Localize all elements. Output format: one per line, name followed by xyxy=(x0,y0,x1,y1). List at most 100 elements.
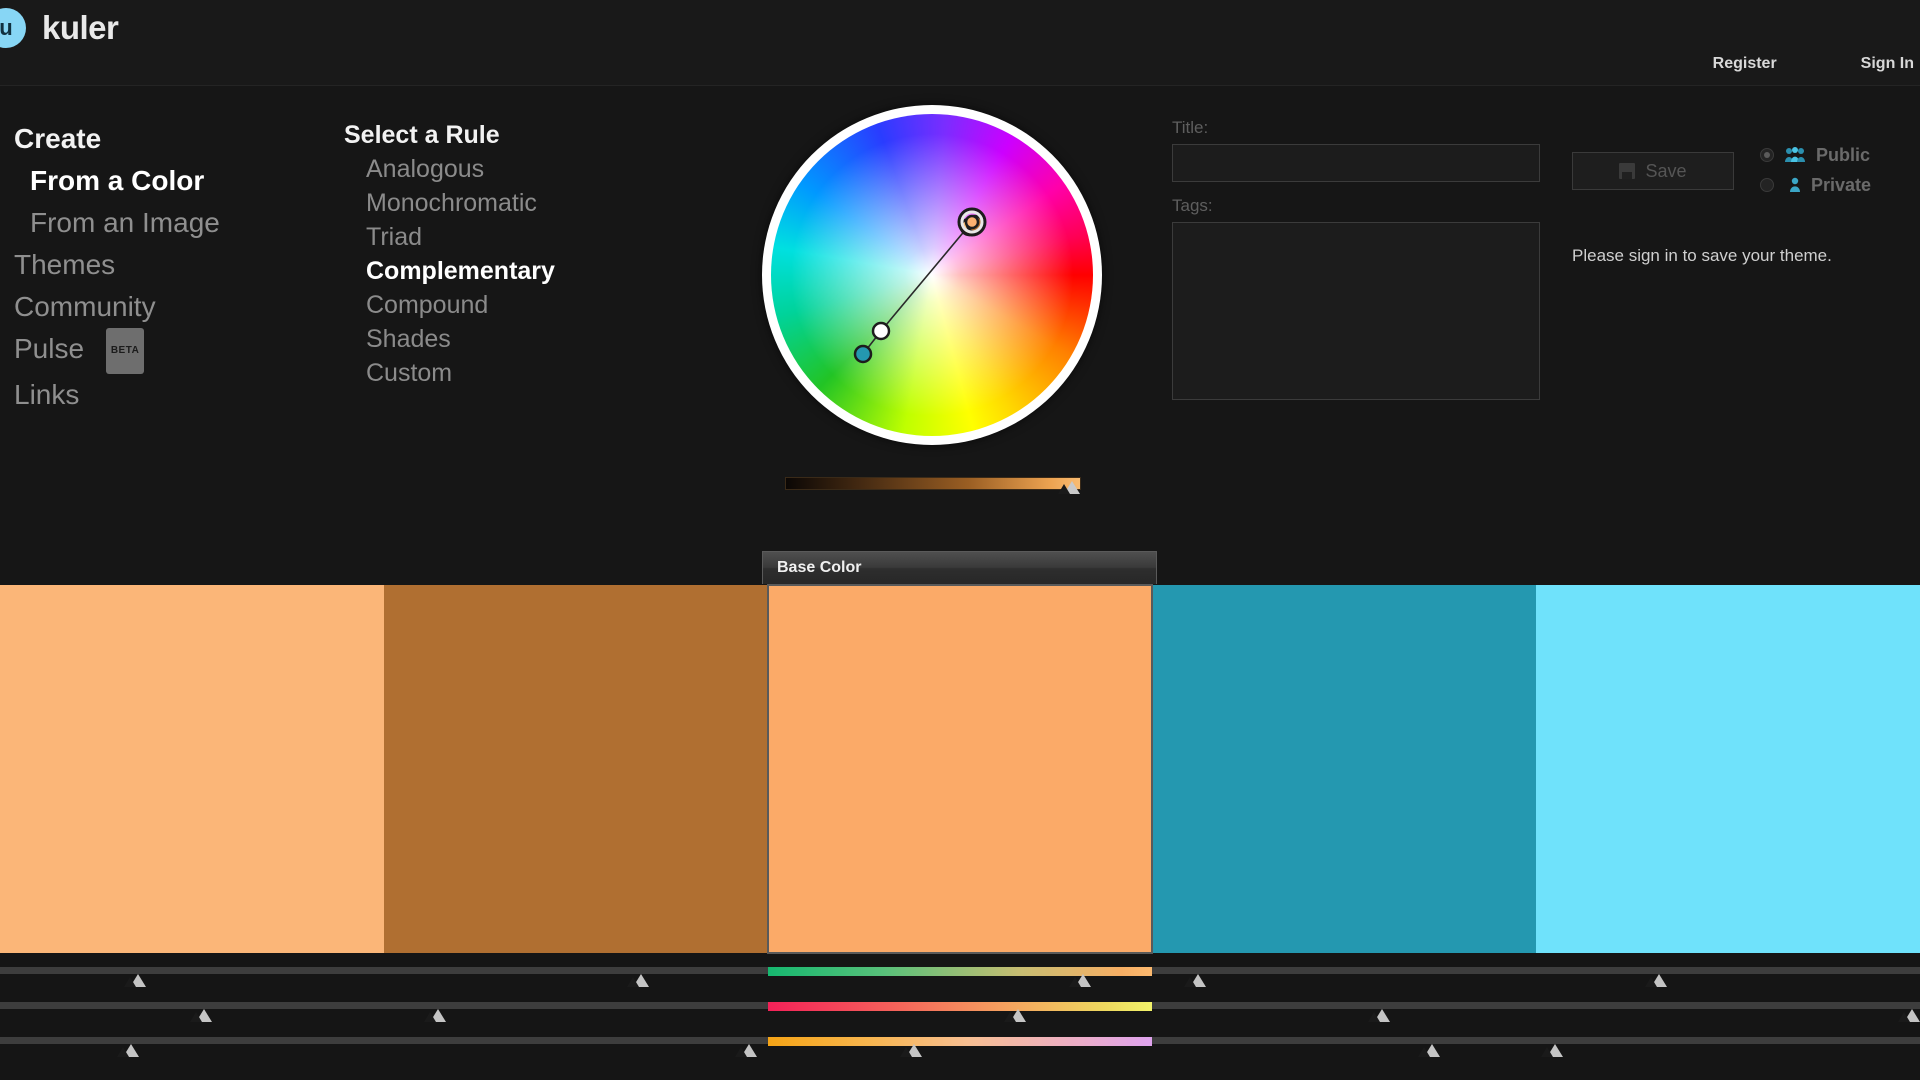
slider-bri-5[interactable] xyxy=(1536,1037,1920,1073)
slider-sat-5-handle[interactable] xyxy=(1898,1009,1920,1022)
slider-bri-4[interactable] xyxy=(1152,1037,1536,1073)
sidebar-item-community[interactable]: Community xyxy=(14,286,314,328)
visibility-label-public: Public xyxy=(1816,144,1871,165)
triangle-handle-inner-icon xyxy=(1184,977,1197,987)
triangle-handle-inner-icon xyxy=(899,1047,912,1057)
slider-bri-4-track[interactable] xyxy=(1152,1037,1536,1044)
app-logo[interactable]: u kuler xyxy=(0,8,119,48)
slider-bri-1[interactable] xyxy=(0,1037,384,1073)
slider-hue-5[interactable] xyxy=(1536,967,1920,1003)
triangle-handle-inner-icon xyxy=(1368,1012,1381,1022)
slider-hue-3[interactable] xyxy=(768,967,1152,1003)
slider-sat-4-track[interactable] xyxy=(1152,1002,1536,1009)
slider-sat-3-handle[interactable] xyxy=(1003,1009,1026,1022)
rule-triad[interactable]: Triad xyxy=(344,220,604,254)
slider-sat-3-track[interactable] xyxy=(768,1002,1152,1011)
slider-hue-1-track[interactable] xyxy=(0,967,384,974)
radio-private[interactable] xyxy=(1760,178,1774,192)
logo-wordmark: kuler xyxy=(42,9,119,46)
slider-hue-3-track[interactable] xyxy=(768,967,1152,976)
slider-sat-5-track[interactable] xyxy=(1536,1002,1920,1009)
slider-sat-1-track[interactable] xyxy=(0,1002,384,1009)
slider-hue-1[interactable] xyxy=(0,967,384,1003)
header-links: Register Sign In xyxy=(1713,55,1914,73)
slider-hue-4-track[interactable] xyxy=(1152,967,1536,974)
slider-bri-3-handle[interactable] xyxy=(899,1044,922,1057)
slider-bri-3[interactable] xyxy=(768,1037,1152,1073)
slider-hue-4-handle[interactable] xyxy=(1184,974,1207,987)
signin-link[interactable]: Sign In xyxy=(1861,55,1914,73)
save-button-label: Save xyxy=(1645,160,1687,181)
tags-input[interactable] xyxy=(1172,222,1540,400)
base-color-tab: Base Color xyxy=(762,551,1157,584)
slider-bri-5-track[interactable] xyxy=(1536,1037,1920,1044)
slider-hue-4[interactable] xyxy=(1152,967,1536,1003)
sidebar-item-from-a-color[interactable]: From a Color xyxy=(14,160,314,202)
sidebar-item-themes[interactable]: Themes xyxy=(14,244,314,286)
rule-monochromatic[interactable]: Monochromatic xyxy=(344,186,604,220)
sidebar-item-create[interactable]: Create xyxy=(14,118,314,160)
triangle-handle-inner-icon xyxy=(124,977,137,987)
wheel-brightness-track[interactable] xyxy=(785,477,1081,490)
slider-bri-2-handle[interactable] xyxy=(734,1044,757,1057)
slider-hue-5-handle[interactable] xyxy=(1644,974,1667,987)
slider-hue-2-track[interactable] xyxy=(384,967,768,974)
rule-compound[interactable]: Compound xyxy=(344,288,604,322)
rule-analogous[interactable]: Analogous xyxy=(344,152,604,186)
slider-sat-1-handle[interactable] xyxy=(189,1009,212,1022)
rule-shades[interactable]: Shades xyxy=(344,322,604,356)
slider-hue-5-track[interactable] xyxy=(1536,967,1920,974)
slider-sat-5[interactable] xyxy=(1536,1002,1920,1038)
sidebar-item-from-an-image[interactable]: From an Image xyxy=(14,202,314,244)
rule-selector: Select a Rule Analogous Monochromatic Tr… xyxy=(344,118,604,390)
radio-public[interactable] xyxy=(1760,148,1774,162)
disk-icon xyxy=(1619,163,1636,179)
swatch-3[interactable] xyxy=(767,584,1153,954)
visibility-options: Public Private xyxy=(1760,140,1871,200)
sidebar-item-label: Create xyxy=(14,123,102,154)
title-input[interactable] xyxy=(1172,144,1540,182)
swatch-2[interactable] xyxy=(384,585,768,953)
slider-sat-4-handle[interactable] xyxy=(1368,1009,1391,1022)
slider-sat-2-handle[interactable] xyxy=(423,1009,446,1022)
slider-sat-2-track[interactable] xyxy=(384,1002,768,1009)
rule-complementary[interactable]: Complementary xyxy=(344,254,604,288)
triangle-handle-inner-icon xyxy=(1418,1047,1431,1057)
slider-hue-3-handle[interactable] xyxy=(1068,974,1091,987)
slider-hue-2[interactable] xyxy=(384,967,768,1003)
slider-hue-1-handle[interactable] xyxy=(124,974,147,987)
slider-sat-4[interactable] xyxy=(1152,1002,1536,1038)
slider-bri-2[interactable] xyxy=(384,1037,768,1073)
register-link[interactable]: Register xyxy=(1713,55,1777,73)
swatch-5[interactable] xyxy=(1536,585,1920,953)
wheel-brightness-slider[interactable] xyxy=(785,477,1081,494)
visibility-option-private[interactable]: Private xyxy=(1760,170,1871,200)
slider-bri-1-handle[interactable] xyxy=(116,1044,139,1057)
app-header: u kuler Register Sign In xyxy=(0,0,1920,86)
slider-sat-1[interactable] xyxy=(0,1002,384,1038)
triangle-handle-inner-icon xyxy=(1068,977,1081,987)
sidebar-item-links[interactable]: Links xyxy=(14,374,314,416)
sidebar-item-pulse[interactable]: Pulse BETA xyxy=(14,328,314,374)
slider-hue-2-handle[interactable] xyxy=(627,974,650,987)
slider-bri-3-track[interactable] xyxy=(768,1037,1152,1046)
wheel-brightness-handle[interactable] xyxy=(1058,481,1081,494)
swatch-4[interactable] xyxy=(1152,585,1536,953)
rules-heading: Select a Rule xyxy=(344,121,500,149)
slider-row-hue xyxy=(0,967,1920,1003)
color-wheel[interactable] xyxy=(762,105,1112,455)
slider-bri-2-track[interactable] xyxy=(384,1037,768,1044)
slider-sat-2[interactable] xyxy=(384,1002,768,1038)
triangle-handle-inner-icon xyxy=(1898,1012,1911,1022)
sidebar-nav: Create From a Color From an Image Themes… xyxy=(14,118,314,416)
visibility-option-public[interactable]: Public xyxy=(1760,140,1871,170)
swatch-1[interactable] xyxy=(0,585,384,953)
slider-bri-1-track[interactable] xyxy=(0,1037,384,1044)
save-button[interactable]: Save xyxy=(1572,152,1734,190)
slider-sat-3[interactable] xyxy=(768,1002,1152,1038)
rule-custom[interactable]: Custom xyxy=(344,356,604,390)
triangle-handle-inner-icon xyxy=(627,977,640,987)
triangle-handle-inner-icon xyxy=(189,1012,202,1022)
slider-bri-4-handle[interactable] xyxy=(1418,1044,1441,1057)
slider-bri-5-handle[interactable] xyxy=(1541,1044,1564,1057)
